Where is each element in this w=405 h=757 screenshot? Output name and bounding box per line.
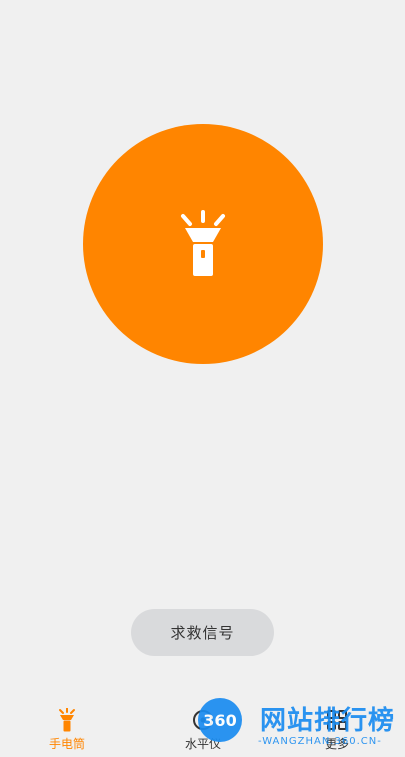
flashlight-icon [181, 210, 225, 276]
bottom-tab-bar: 手电筒 水平仪 更多 [0, 700, 405, 757]
tab-level-label: 水平仪 [184, 737, 221, 751]
tab-more[interactable]: 更多 [297, 708, 377, 753]
tab-level[interactable]: 水平仪 [163, 708, 243, 753]
tab-more-label: 更多 [324, 737, 349, 751]
flashlight-icon [59, 708, 75, 732]
grid-icon [327, 710, 347, 730]
level-icon [193, 710, 213, 730]
flashlight-toggle-button[interactable] [83, 124, 323, 364]
sos-signal-button[interactable]: 求救信号 [131, 609, 274, 656]
tab-flashlight[interactable]: 手电筒 [27, 708, 107, 753]
tab-flashlight-label: 手电筒 [48, 737, 85, 751]
